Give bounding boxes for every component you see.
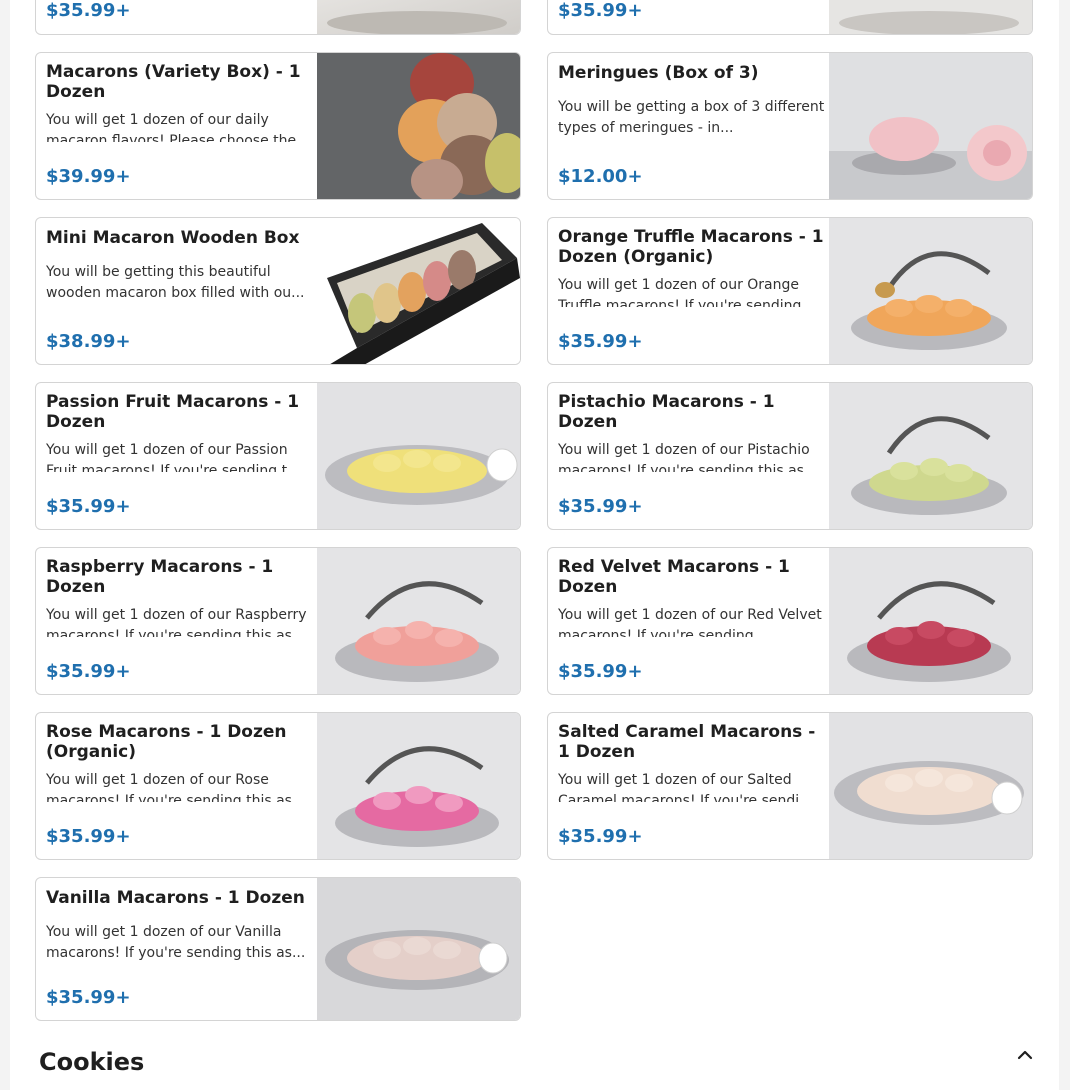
menu-item-card[interactable]: Orange Truffle Macarons - 1 Dozen (Organ… (547, 217, 1033, 365)
chevron-up-icon[interactable] (1014, 1044, 1036, 1066)
passion-fruit-macarons-image (317, 383, 520, 529)
item-title: Salted Caramel Macarons - 1 Dozen (558, 722, 816, 762)
item-image (317, 0, 520, 34)
item-price: $38.99+ (46, 331, 131, 352)
item-title: Vanilla Macarons - 1 Dozen (46, 888, 305, 908)
item-price: $35.99+ (558, 826, 643, 847)
menu-item-card[interactable]: Raspberry Macarons - 1 Dozen You will ge… (35, 547, 521, 695)
variety-macarons-image (317, 53, 520, 199)
menu-item-card[interactable]: Salted Caramel Macarons - 1 Dozen You wi… (547, 712, 1033, 860)
item-title: Pistachio Macarons - 1 Dozen (558, 392, 775, 432)
menu-item-card[interactable]: $35.99+ (35, 0, 521, 35)
salted-caramel-macarons-image (829, 713, 1032, 859)
item-title: Raspberry Macarons - 1 Dozen (46, 557, 274, 597)
item-description: You will be getting a box of 3 different… (558, 99, 825, 136)
item-description: You will get 1 dozen of our Passion Frui… (46, 442, 288, 472)
orange-macarons-image (829, 218, 1032, 364)
item-price: $35.99+ (46, 987, 131, 1008)
item-title: Rose Macarons - 1 Dozen (Organic) (46, 722, 287, 762)
item-price: $35.99+ (46, 0, 131, 21)
menu-item-card[interactable]: Red Velvet Macarons - 1 Dozen You will g… (547, 547, 1033, 695)
item-description: You will get 1 dozen of our Rose macaron… (46, 772, 292, 802)
item-title: Passion Fruit Macarons - 1 Dozen (46, 392, 300, 432)
item-price: $35.99+ (558, 661, 643, 682)
item-price: $35.99+ (558, 331, 643, 352)
menu-item-card[interactable]: Pistachio Macarons - 1 Dozen You will ge… (547, 382, 1033, 530)
menu-item-card[interactable]: Vanilla Macarons - 1 Dozen You will get … (35, 877, 521, 1021)
item-price: $35.99+ (46, 661, 131, 682)
menu-item-card[interactable]: $35.99+ (547, 0, 1033, 35)
item-title: Orange Truffle Macarons - 1 Dozen (Organ… (558, 227, 824, 267)
item-description: You will get 1 dozen of our Red Velvet m… (558, 607, 822, 637)
item-description: You will be getting this beautiful woode… (46, 264, 305, 301)
item-price: $35.99+ (558, 0, 643, 21)
vanilla-macarons-image (317, 878, 520, 1020)
wooden-box-image (317, 218, 520, 364)
item-title: Macarons (Variety Box) - 1 Dozen (46, 62, 301, 102)
rose-macarons-image (317, 713, 520, 859)
item-price: $35.99+ (558, 496, 643, 517)
item-price: $39.99+ (46, 166, 131, 187)
item-description: You will get 1 dozen of our Pistachio ma… (558, 442, 810, 472)
item-description: You will get 1 dozen of our Salted Caram… (558, 772, 800, 802)
item-price: $35.99+ (46, 496, 131, 517)
menu-item-card[interactable]: Meringues (Box of 3) You will be getting… (547, 52, 1033, 200)
menu-item-card[interactable]: Mini Macaron Wooden Box You will be gett… (35, 217, 521, 365)
item-description: You will get 1 dozen of our Orange Truff… (558, 277, 802, 307)
menu-item-card[interactable]: Rose Macarons - 1 Dozen (Organic) You wi… (35, 712, 521, 860)
pistachio-macarons-image (829, 383, 1032, 529)
item-price: $12.00+ (558, 166, 643, 187)
item-title: Meringues (Box of 3) (558, 63, 759, 83)
menu-item-card[interactable]: Macarons (Variety Box) - 1 Dozen You wil… (35, 52, 521, 200)
red-velvet-macarons-image (829, 548, 1032, 694)
item-title: Red Velvet Macarons - 1 Dozen (558, 557, 790, 597)
item-description: You will get 1 dozen of our Vanilla maca… (46, 924, 306, 961)
menu-item-card[interactable]: Passion Fruit Macarons - 1 Dozen You wil… (35, 382, 521, 530)
item-description: You will get 1 dozen of our daily macaro… (46, 112, 297, 142)
meringues-image (829, 53, 1032, 199)
item-title: Mini Macaron Wooden Box (46, 228, 300, 248)
item-image (829, 0, 1032, 34)
item-price: $35.99+ (46, 826, 131, 847)
raspberry-macarons-image (317, 548, 520, 694)
item-description: You will get 1 dozen of our Raspberry ma… (46, 607, 307, 637)
section-title-cookies: Cookies (39, 1048, 145, 1076)
